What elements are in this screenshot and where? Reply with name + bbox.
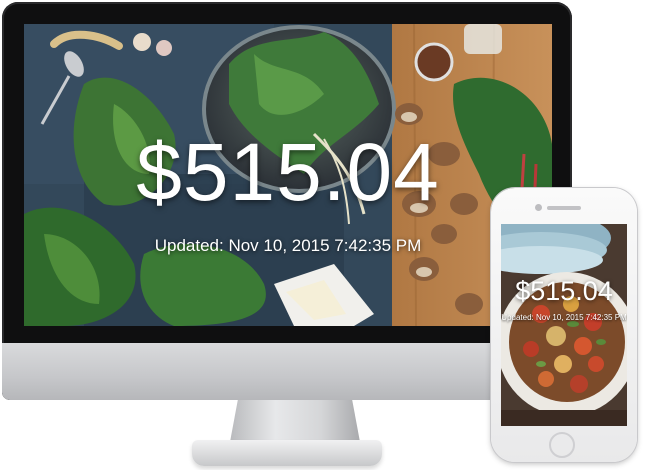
mobile-screen: $515.04 Updated: Nov 10, 2015 7:42:35 PM (501, 224, 627, 426)
mobile-phone: $515.04 Updated: Nov 10, 2015 7:42:35 PM (491, 188, 637, 462)
monitor-chin (2, 343, 572, 400)
desktop-price-text: $515.04 (136, 127, 440, 218)
mobile-updated-text: Updated: Nov 10, 2015 7:42:35 PM (501, 313, 627, 322)
desktop-screen: $515.04 Updated: Nov 10, 2015 7:42:35 PM (24, 24, 552, 326)
monitor-stand-base (192, 440, 382, 466)
monitor-stand-neck (230, 400, 360, 442)
salad-background-image (501, 224, 627, 426)
phone-home-button[interactable] (549, 432, 575, 458)
mobile-price-text: $515.04 (515, 276, 613, 306)
desktop-updated-text: Updated: Nov 10, 2015 7:42:35 PM (154, 236, 422, 255)
phone-camera (535, 204, 542, 211)
phone-earpiece (547, 206, 581, 210)
desktop-monitor: $515.04 Updated: Nov 10, 2015 7:42:35 PM (2, 2, 572, 400)
